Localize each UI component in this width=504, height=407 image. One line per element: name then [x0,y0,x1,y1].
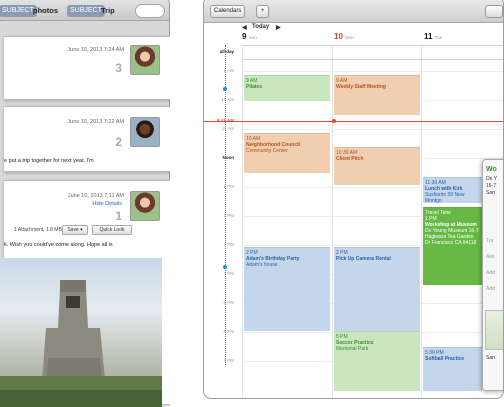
hour-label: 5 PM [223,300,234,305]
prev-arrow-icon[interactable]: ◀ [242,24,247,31]
search-token-trip[interactable]: Trip [101,5,115,17]
search-input[interactable] [135,4,165,18]
message-body: e put a trip together for next year, I'm [4,158,94,164]
message-body: k. Wish you could've come along. Hope al… [4,242,113,248]
event-lunch-with-kirk[interactable]: 11:30 AM Lunch with Kirk Sushirrito 59 New… [423,177,482,203]
search-token-photos[interactable]: photos [33,5,58,17]
popover-alert[interactable]: Aler [486,254,495,260]
message-date: June 10, 2013 7:11 AM [67,193,124,199]
current-time-line [204,121,503,122]
search-token-subject[interactable]: SUBJECT [0,5,37,17]
hour-label: 9 AM [223,68,234,73]
hour-label: 11 AM [221,126,234,131]
drag-handle-bottom[interactable] [223,265,227,269]
search-token-subject-2[interactable]: SUBJECT [67,5,105,17]
calendars-button[interactable]: Calendars [210,5,246,18]
column-divider [242,45,243,398]
event-client-pitch[interactable]: 10:30 AM Client Pitch [334,147,420,185]
message-count: 2 [115,135,122,149]
current-time-dot [332,119,336,123]
popover-title: Wo [486,166,497,173]
current-time-label: 9:41 AM [216,118,234,123]
message-card[interactable]: June 10, 2013 7:22 AM 2 e put a trip tog… [4,106,170,172]
event-workshop-at-museum[interactable]: Travel Time 1 PM Workshop at Museum De You… [423,207,482,285]
event-detail-popover[interactable]: Wo De Y 16-7 San Tra Aler Add Add San [482,159,503,391]
event-weekly-staff-meeting[interactable]: 9 AM Weekly Staff Meeting [334,75,420,115]
hour-line [242,59,503,60]
column-divider [421,45,422,398]
hour-label: 6 PM [223,329,234,334]
sender-avatar [130,45,160,75]
hour-line [242,129,503,130]
today-button[interactable]: Today [252,24,269,30]
hour-label: 1 PM [223,184,234,189]
hour-label: 7 PM [223,358,234,363]
message-count: 3 [115,61,122,75]
quick-look-button[interactable]: Quick Look [92,225,132,235]
sender-avatar [130,191,160,221]
popover-line: San [486,355,495,361]
mail-toolbar: SUBJECT photos SUBJECT Trip [0,0,169,21]
hour-label: Noon [222,155,235,160]
mail-window: SUBJECT photos SUBJECT Trip June 10, 201… [0,0,170,407]
day-header[interactable]: 10 Mon [334,32,354,41]
save-button[interactable]: Save ▾ [62,225,88,235]
popover-line: San [486,190,495,196]
sender-avatar [130,117,160,147]
popover-line: De Y [486,176,498,182]
message-date: June 10, 2013 7:24 AM [67,47,124,53]
day-header[interactable]: 11 Tue [424,32,442,41]
drag-guide [225,45,226,365]
popover-travel[interactable]: Tra [486,238,493,244]
event-neighborhood-council[interactable]: 10 AM Neighborhood Council Community Cente… [244,133,330,173]
calendar-window: Calendars + ◀ Today ▶ 9 Sun 10 Mon 11 Tu… [203,0,504,399]
event-softball-practice[interactable]: 5:30 PM Softball Practice [423,347,482,391]
all-day-label: all-day [219,49,234,54]
event-adams-birthday-party[interactable]: 2 PM Adam's Birthday Party Adam's house [244,247,330,331]
column-divider [332,45,333,398]
message-date: June 10, 2013 7:22 AM [67,119,124,125]
day-header[interactable]: 9 Sun [242,32,257,41]
hour-label: 10 AM [221,97,234,102]
add-event-button[interactable]: + [256,5,269,18]
hide-details-link[interactable]: Hide Details [92,201,122,207]
popover-line: 16-7 [486,183,497,189]
event-soccer-practice[interactable]: 5 PM Soccer Practice Memorial Park [334,331,420,391]
popover-add[interactable]: Add [486,286,495,292]
hour-label: 4 PM [223,271,234,276]
attachment-info: 1 Attachment, 1.8 MB [14,227,62,233]
hour-line [242,71,503,72]
event-pilates[interactable]: 9 AM Pilates [244,75,330,101]
map-thumbnail[interactable] [485,310,503,350]
hour-line [242,45,503,46]
event-pick-up-camera-rental[interactable]: 2 PM Pick Up Camera Rental [334,247,420,331]
popover-add[interactable]: Add [486,270,495,276]
message-card[interactable]: June 10, 2013 7:24 AM 3 [4,36,170,100]
attached-photo[interactable] [0,258,162,407]
message-count: 1 [115,209,122,223]
calendar-toolbar: Calendars + [204,0,503,23]
hour-label: 2 PM [223,213,234,218]
hour-label: 3 PM [223,242,234,247]
drag-handle-top[interactable] [223,87,227,91]
temple-photo-image [0,280,162,407]
toolbar-right-button[interactable] [485,5,503,18]
next-arrow-icon[interactable]: ▶ [276,24,281,31]
